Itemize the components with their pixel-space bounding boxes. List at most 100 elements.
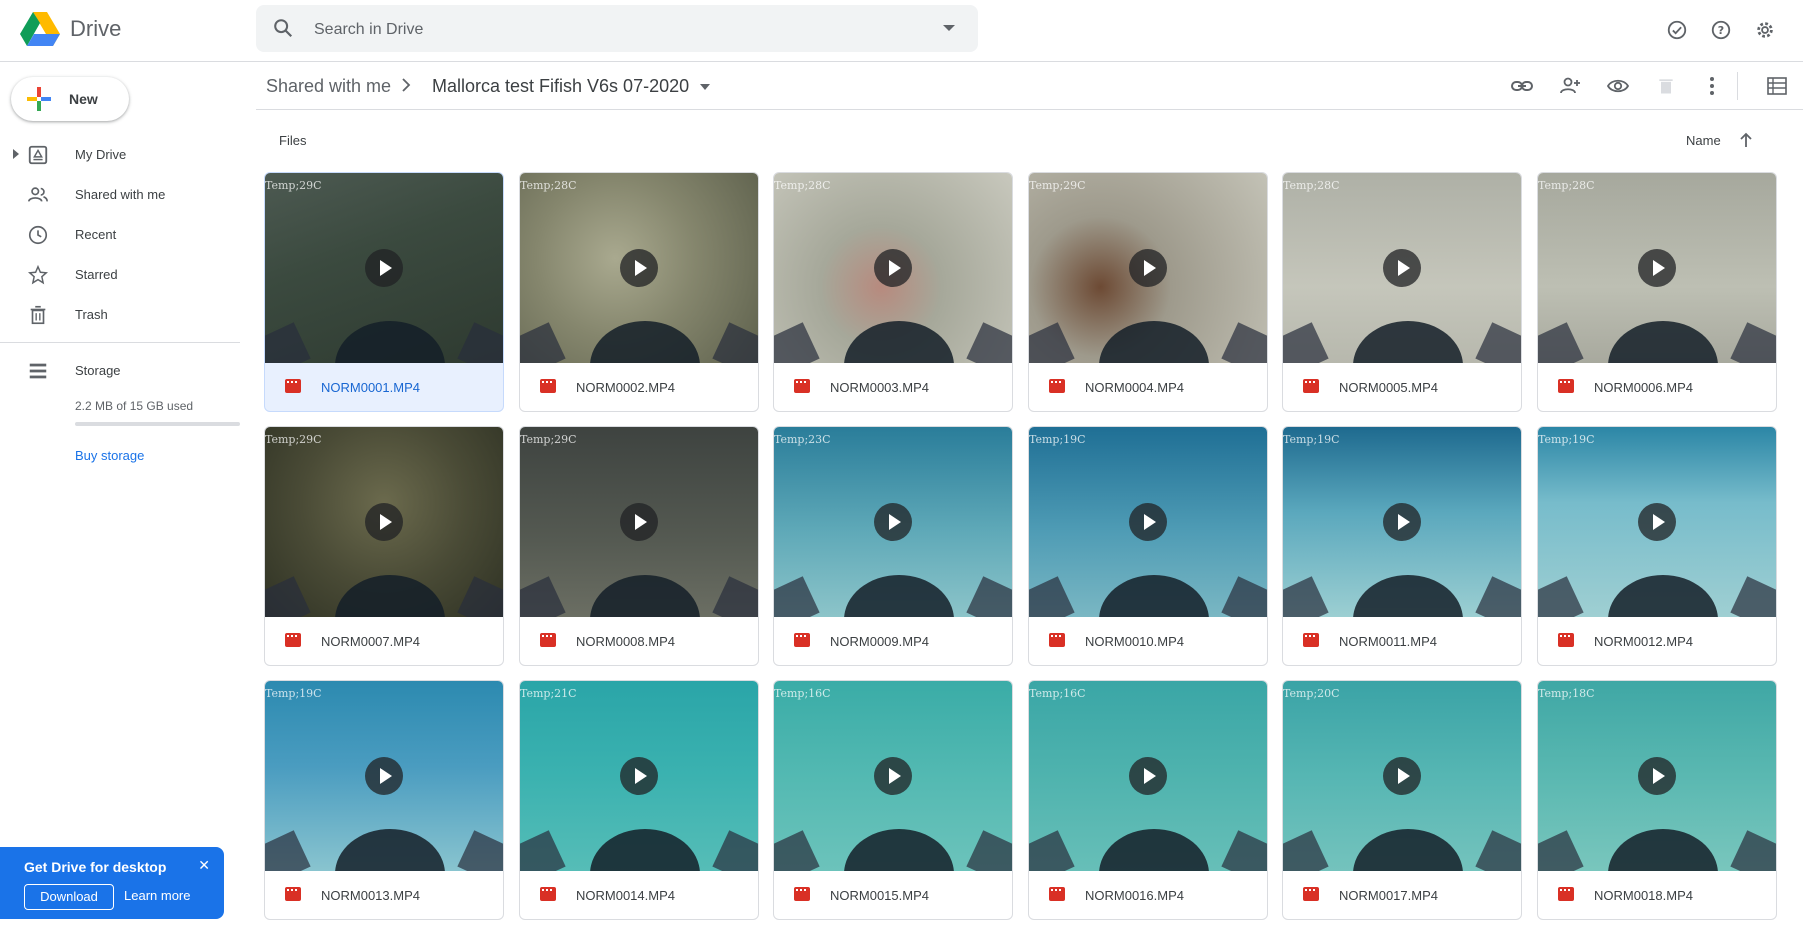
sidebar-item-starred[interactable]: Starred bbox=[0, 254, 240, 294]
file-card[interactable]: Temp;29C NORM0008.MP4 bbox=[519, 426, 759, 666]
play-icon[interactable] bbox=[620, 249, 658, 287]
video-thumbnail[interactable]: Temp;20C bbox=[1283, 681, 1521, 871]
file-card[interactable]: Temp;28C NORM0003.MP4 bbox=[773, 172, 1013, 412]
play-icon[interactable] bbox=[874, 503, 912, 541]
play-icon[interactable] bbox=[365, 249, 403, 287]
buy-storage-link[interactable]: Buy storage bbox=[75, 448, 144, 463]
video-thumbnail[interactable]: Temp;29C bbox=[520, 427, 758, 617]
sidebar-item-my-drive[interactable]: My Drive bbox=[0, 134, 240, 174]
search-options-icon[interactable] bbox=[942, 23, 956, 33]
file-name[interactable]: NORM0004.MP4 bbox=[1085, 380, 1184, 395]
file-card[interactable]: Temp;19C NORM0013.MP4 bbox=[264, 680, 504, 920]
download-button[interactable]: Download bbox=[24, 884, 114, 910]
search-bar[interactable] bbox=[256, 5, 978, 52]
sidebar-item-shared-with-me[interactable]: Shared with me bbox=[0, 174, 240, 214]
get-link-icon[interactable] bbox=[1508, 72, 1536, 100]
file-card[interactable]: Temp;16C NORM0016.MP4 bbox=[1028, 680, 1268, 920]
video-thumbnail[interactable]: Temp;28C bbox=[1283, 173, 1521, 363]
file-card[interactable]: Temp;28C NORM0002.MP4 bbox=[519, 172, 759, 412]
file-name[interactable]: NORM0007.MP4 bbox=[321, 634, 420, 649]
video-thumbnail[interactable]: Temp;18C bbox=[1538, 681, 1776, 871]
file-name[interactable]: NORM0012.MP4 bbox=[1594, 634, 1693, 649]
learn-more-link[interactable]: Learn more bbox=[124, 888, 190, 903]
play-icon[interactable] bbox=[874, 757, 912, 795]
file-card[interactable]: Temp;28C NORM0005.MP4 bbox=[1282, 172, 1522, 412]
play-icon[interactable] bbox=[1383, 503, 1421, 541]
video-thumbnail[interactable]: Temp;19C bbox=[1283, 427, 1521, 617]
video-thumbnail[interactable]: Temp;16C bbox=[774, 681, 1012, 871]
file-card[interactable]: Temp;19C NORM0011.MP4 bbox=[1282, 426, 1522, 666]
file-name[interactable]: NORM0015.MP4 bbox=[830, 888, 929, 903]
play-icon[interactable] bbox=[365, 757, 403, 795]
sidebar-item-recent[interactable]: Recent bbox=[0, 214, 240, 254]
video-thumbnail[interactable]: Temp;29C bbox=[1029, 173, 1267, 363]
file-card[interactable]: Temp;28C NORM0006.MP4 bbox=[1537, 172, 1777, 412]
folder-menu-caret-icon[interactable] bbox=[699, 83, 711, 91]
list-view-icon[interactable] bbox=[1763, 72, 1791, 100]
play-icon[interactable] bbox=[1383, 249, 1421, 287]
sort-control[interactable]: Name bbox=[1686, 132, 1753, 148]
sort-by-label[interactable]: Name bbox=[1686, 133, 1721, 148]
file-name[interactable]: NORM0018.MP4 bbox=[1594, 888, 1693, 903]
play-icon[interactable] bbox=[1129, 503, 1167, 541]
file-name[interactable]: NORM0009.MP4 bbox=[830, 634, 929, 649]
file-card[interactable]: Temp;19C NORM0010.MP4 bbox=[1028, 426, 1268, 666]
file-card[interactable]: Temp;29C NORM0001.MP4 bbox=[264, 172, 504, 412]
search-input[interactable] bbox=[312, 17, 876, 43]
video-thumbnail[interactable]: Temp;28C bbox=[520, 173, 758, 363]
play-icon[interactable] bbox=[874, 249, 912, 287]
video-thumbnail[interactable]: Temp;19C bbox=[265, 681, 503, 871]
expand-arrow-icon[interactable] bbox=[12, 149, 20, 159]
play-icon[interactable] bbox=[1129, 757, 1167, 795]
file-name[interactable]: NORM0014.MP4 bbox=[576, 888, 675, 903]
file-card[interactable]: Temp;16C NORM0015.MP4 bbox=[773, 680, 1013, 920]
play-icon[interactable] bbox=[1383, 757, 1421, 795]
more-actions-icon[interactable] bbox=[1698, 72, 1726, 100]
close-icon[interactable]: ✕ bbox=[198, 857, 210, 874]
video-thumbnail[interactable]: Temp;29C bbox=[265, 173, 503, 363]
sort-arrow-up-icon[interactable] bbox=[1739, 132, 1753, 148]
file-name[interactable]: NORM0016.MP4 bbox=[1085, 888, 1184, 903]
file-card[interactable]: Temp;19C NORM0012.MP4 bbox=[1537, 426, 1777, 666]
search-icon[interactable] bbox=[272, 17, 294, 39]
video-thumbnail[interactable]: Temp;28C bbox=[1538, 173, 1776, 363]
file-name[interactable]: NORM0005.MP4 bbox=[1339, 380, 1438, 395]
share-add-person-icon[interactable] bbox=[1556, 72, 1584, 100]
drive-logo[interactable]: Drive bbox=[20, 12, 121, 46]
file-card[interactable]: Temp;29C NORM0007.MP4 bbox=[264, 426, 504, 666]
video-thumbnail[interactable]: Temp;19C bbox=[1538, 427, 1776, 617]
video-thumbnail[interactable]: Temp;16C bbox=[1029, 681, 1267, 871]
file-name[interactable]: NORM0003.MP4 bbox=[830, 380, 929, 395]
play-icon[interactable] bbox=[365, 503, 403, 541]
play-icon[interactable] bbox=[1638, 757, 1676, 795]
file-card[interactable]: Temp;23C NORM0009.MP4 bbox=[773, 426, 1013, 666]
file-name[interactable]: NORM0011.MP4 bbox=[1339, 634, 1437, 649]
file-name[interactable]: NORM0002.MP4 bbox=[576, 380, 675, 395]
sidebar-item-trash[interactable]: Trash bbox=[0, 294, 240, 334]
file-name[interactable]: NORM0006.MP4 bbox=[1594, 380, 1693, 395]
video-thumbnail[interactable]: Temp;28C bbox=[774, 173, 1012, 363]
file-card[interactable]: Temp;21C NORM0014.MP4 bbox=[519, 680, 759, 920]
ready-offline-icon[interactable] bbox=[1663, 16, 1691, 44]
file-name[interactable]: NORM0008.MP4 bbox=[576, 634, 675, 649]
video-thumbnail[interactable]: Temp;21C bbox=[520, 681, 758, 871]
preview-eye-icon[interactable] bbox=[1604, 72, 1632, 100]
play-icon[interactable] bbox=[1638, 249, 1676, 287]
file-card[interactable]: Temp;18C NORM0018.MP4 bbox=[1537, 680, 1777, 920]
file-card[interactable]: Temp;20C NORM0017.MP4 bbox=[1282, 680, 1522, 920]
settings-gear-icon[interactable] bbox=[1751, 16, 1779, 44]
sidebar-item-storage[interactable]: Storage bbox=[0, 350, 240, 390]
help-icon[interactable]: ? bbox=[1707, 16, 1735, 44]
video-thumbnail[interactable]: Temp;23C bbox=[774, 427, 1012, 617]
play-icon[interactable] bbox=[620, 503, 658, 541]
file-name[interactable]: NORM0017.MP4 bbox=[1339, 888, 1438, 903]
file-name[interactable]: NORM0001.MP4 bbox=[321, 380, 420, 395]
new-button[interactable]: New bbox=[11, 77, 129, 121]
video-thumbnail[interactable]: Temp;19C bbox=[1029, 427, 1267, 617]
breadcrumb-parent[interactable]: Shared with me bbox=[266, 76, 391, 97]
breadcrumb-current-folder[interactable]: Mallorca test Fifish V6s 07-2020 bbox=[432, 76, 689, 97]
play-icon[interactable] bbox=[620, 757, 658, 795]
file-card[interactable]: Temp;29C NORM0004.MP4 bbox=[1028, 172, 1268, 412]
file-name[interactable]: NORM0013.MP4 bbox=[321, 888, 420, 903]
play-icon[interactable] bbox=[1638, 503, 1676, 541]
